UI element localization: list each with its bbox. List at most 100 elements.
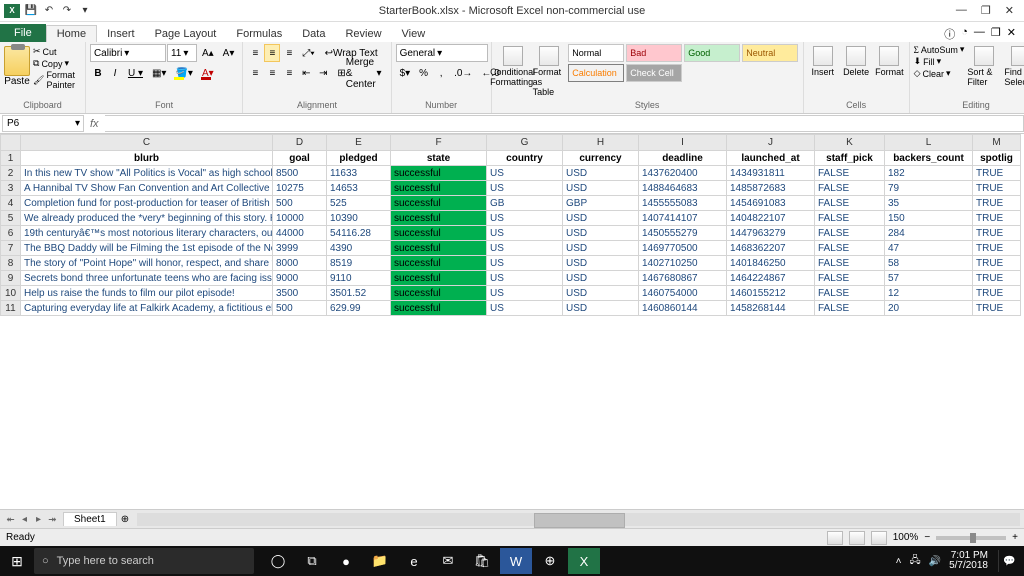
- style-check-cell[interactable]: Check Cell: [626, 64, 682, 82]
- table-row[interactable]: 11 Capturing everyday life at Falkirk Ac…: [1, 301, 1021, 316]
- select-all-button[interactable]: [1, 135, 21, 151]
- align-middle-button[interactable]: ≡: [264, 44, 280, 62]
- font-size-select[interactable]: 11▾: [167, 44, 197, 62]
- tab-first-icon[interactable]: ⯬: [4, 514, 17, 525]
- percent-button[interactable]: %: [415, 64, 432, 82]
- tab-insert[interactable]: Insert: [97, 26, 145, 42]
- increase-indent-button[interactable]: ⇥: [315, 64, 331, 82]
- col-c[interactable]: C: [21, 135, 273, 151]
- tab-data[interactable]: Data: [292, 26, 335, 42]
- align-left-button[interactable]: ≡: [247, 64, 263, 82]
- autosum-button[interactable]: ΣAutoSum ▾: [914, 44, 965, 55]
- style-calculation[interactable]: Calculation: [568, 64, 624, 82]
- notifications-icon[interactable]: 💬: [998, 550, 1020, 572]
- comma-button[interactable]: ,: [433, 64, 449, 82]
- maximize-button[interactable]: ❐: [981, 4, 991, 17]
- insert-cells-button[interactable]: Insert: [808, 44, 838, 77]
- zoom-slider[interactable]: [936, 536, 1006, 540]
- merge-center-button[interactable]: ⊞Merge & Center▾: [332, 64, 386, 82]
- col-h[interactable]: H: [563, 135, 639, 151]
- fill-color-button[interactable]: 🪣▾: [171, 64, 196, 82]
- minimize-button[interactable]: —: [956, 4, 967, 17]
- grow-font-button[interactable]: A▴: [198, 44, 218, 62]
- currency-button[interactable]: $▾: [396, 64, 415, 82]
- align-center-button[interactable]: ≡: [264, 64, 280, 82]
- table-row[interactable]: 4 Completion fund for post-production fo…: [1, 196, 1021, 211]
- sheet-tab[interactable]: Sheet1: [63, 512, 117, 526]
- zoom-out-button[interactable]: −: [924, 532, 930, 543]
- table-row[interactable]: 8 The story of "Point Hope" will honor, …: [1, 256, 1021, 271]
- ribbon-minimize-icon[interactable]: ◔: [961, 26, 968, 42]
- cut-button[interactable]: ✂Cut: [33, 46, 81, 57]
- close-button[interactable]: ✕: [1005, 4, 1014, 17]
- tab-formulas[interactable]: Formulas: [226, 26, 292, 42]
- increase-decimal-button[interactable]: .0→: [450, 64, 476, 82]
- ribbon-rest-icon[interactable]: —: [974, 26, 985, 42]
- tab-file[interactable]: File: [0, 24, 46, 42]
- formula-input[interactable]: [105, 115, 1024, 132]
- grid-area[interactable]: C D E F G H I J K L M 1 blurbgoalpledged…: [0, 134, 1024, 509]
- ribbon-close-icon[interactable]: ✕: [1007, 26, 1016, 42]
- view-break-button[interactable]: [871, 531, 887, 545]
- name-box[interactable]: P6▾: [2, 115, 84, 132]
- explorer-icon[interactable]: 📁: [364, 548, 396, 574]
- table-row[interactable]: 2 In this new TV show "All Politics is V…: [1, 166, 1021, 181]
- style-good[interactable]: Good: [684, 44, 740, 62]
- mail-icon[interactable]: ✉: [432, 548, 464, 574]
- header-row[interactable]: 1 blurbgoalpledgedstatecountrycurrencyde…: [1, 151, 1021, 166]
- tab-prev-icon[interactable]: ◂: [18, 514, 31, 525]
- shrink-font-button[interactable]: A▾: [219, 44, 239, 62]
- clear-button[interactable]: ◇Clear ▾: [914, 68, 965, 79]
- ribbon-win-icon[interactable]: ❐: [991, 26, 1001, 42]
- redo-icon[interactable]: ↷: [60, 4, 74, 18]
- style-normal[interactable]: Normal: [568, 44, 624, 62]
- style-neutral[interactable]: Neutral: [742, 44, 798, 62]
- word-icon[interactable]: W: [500, 548, 532, 574]
- find-select-button[interactable]: Find & Select: [1004, 44, 1024, 87]
- undo-icon[interactable]: ↶: [42, 4, 56, 18]
- edge-icon[interactable]: e: [398, 548, 430, 574]
- format-cells-button[interactable]: Format: [874, 44, 904, 77]
- chrome-icon[interactable]: ●: [330, 548, 362, 574]
- start-button[interactable]: ⊞: [0, 553, 34, 570]
- style-bad[interactable]: Bad: [626, 44, 682, 62]
- view-layout-button[interactable]: [849, 531, 865, 545]
- excel-task-icon[interactable]: X: [568, 548, 600, 574]
- table-row[interactable]: 9 Secrets bond three unfortunate teens w…: [1, 271, 1021, 286]
- decrease-indent-button[interactable]: ⇤: [298, 64, 314, 82]
- font-name-select[interactable]: Calibri▾: [90, 44, 166, 62]
- taskbar-search[interactable]: ○Type here to search: [34, 548, 254, 574]
- col-f[interactable]: F: [391, 135, 487, 151]
- view-normal-button[interactable]: [827, 531, 843, 545]
- copy-button[interactable]: ⧉Copy ▾: [33, 58, 81, 69]
- ribbon-help-icon[interactable]: ⓘ: [944, 26, 955, 42]
- col-k[interactable]: K: [815, 135, 885, 151]
- save-icon[interactable]: 💾: [24, 4, 38, 18]
- tab-page-layout[interactable]: Page Layout: [145, 26, 227, 42]
- cortana-icon[interactable]: ◯: [262, 548, 294, 574]
- conditional-formatting-button[interactable]: Conditional Formatting: [496, 44, 530, 87]
- format-painter-button[interactable]: 🖌Format Painter: [33, 70, 81, 90]
- table-row[interactable]: 5 We already produced the *very* beginni…: [1, 211, 1021, 226]
- tab-last-icon[interactable]: ⯮: [46, 514, 59, 525]
- clock[interactable]: 7:01 PM5/7/2018: [949, 551, 988, 572]
- fill-button[interactable]: ⬇Fill ▾: [914, 56, 965, 67]
- store-icon[interactable]: 🛍: [466, 548, 498, 574]
- sort-filter-button[interactable]: Sort & Filter: [967, 44, 1001, 87]
- table-row[interactable]: 10 Help us raise the funds to film our p…: [1, 286, 1021, 301]
- zoom-in-button[interactable]: +: [1012, 532, 1018, 543]
- paste-button[interactable]: Paste: [4, 76, 30, 87]
- tab-review[interactable]: Review: [335, 26, 391, 42]
- new-sheet-icon[interactable]: ⊕: [117, 514, 133, 525]
- col-i[interactable]: I: [639, 135, 727, 151]
- col-m[interactable]: M: [973, 135, 1021, 151]
- col-j[interactable]: J: [727, 135, 815, 151]
- paste-icon[interactable]: [4, 46, 30, 76]
- italic-button[interactable]: I: [107, 64, 123, 82]
- number-format-select[interactable]: General▾: [396, 44, 488, 62]
- volume-icon[interactable]: 🔊: [929, 556, 941, 567]
- align-top-button[interactable]: ≡: [247, 44, 263, 62]
- horizontal-scrollbar[interactable]: [137, 513, 1020, 526]
- orientation-button[interactable]: ⤢▾: [298, 44, 318, 62]
- format-as-table-button[interactable]: Format as Table: [533, 44, 566, 97]
